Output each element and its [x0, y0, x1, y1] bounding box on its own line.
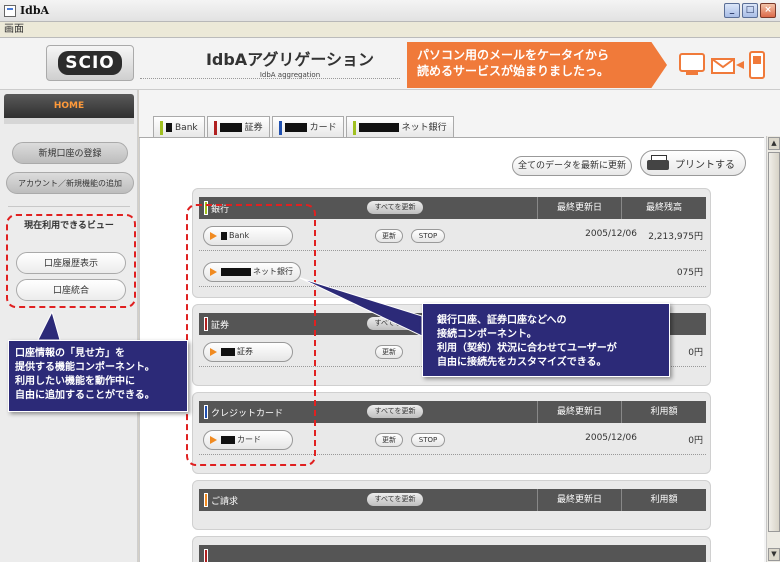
app-title: IdbAアグリゲーション IdbA aggregation [190, 46, 390, 79]
callout-line: 提供する機能コンポーネント。 [15, 362, 155, 373]
update-button[interactable]: 更新 [375, 433, 403, 447]
update-button[interactable]: 更新 [375, 345, 403, 359]
usage-amount: 0円 [688, 436, 703, 446]
callout-line: 銀行口座、証券口座などへの [437, 315, 567, 326]
maximize-button[interactable]: □ [742, 3, 758, 18]
tab-label: カード [309, 122, 337, 133]
balance-amount: 2,213,975円 [648, 232, 703, 242]
add-account-function-button[interactable]: アカウント／新規機能の追加 [6, 172, 134, 194]
promo-line-1: パソコン用のメールをケータイから [417, 48, 610, 62]
view-component-callout: 口座情報の「見せ方」を 提供する機能コンポーネント。 利用したい機能を動作中に … [8, 340, 188, 412]
vertical-scrollbar[interactable]: ▲ ▼ [766, 136, 780, 562]
sidebar: HOME 新規口座の登録 アカウント／新規機能の追加 現在利用できるビュー 口座… [0, 90, 138, 562]
balance-amount: 075円 [676, 268, 703, 278]
redacted-name [358, 123, 399, 132]
last-update-date: 2005/12/06 [585, 433, 637, 443]
col-usage: 利用額 [621, 401, 706, 423]
callout-line: 口座情報の「見せ方」を [15, 348, 125, 359]
print-button[interactable]: プリントする [640, 150, 746, 176]
tab-label: ネット銀行 [401, 122, 447, 133]
refresh-all-button[interactable]: すべてを更新 [367, 201, 423, 214]
next-panel-partial [192, 536, 711, 562]
menu-screen[interactable]: 画面 [4, 24, 24, 35]
col-usage: 利用額 [621, 489, 706, 511]
promo-line-2: 読めるサービスが始まりましたっ。 [417, 64, 610, 78]
app-header: SCIO IdbAアグリゲーション IdbA aggregation パソコン用… [0, 38, 780, 90]
app-window-icon [4, 4, 16, 17]
tab-bank[interactable]: Bank [153, 116, 205, 138]
refresh-all-data-button[interactable]: 全てのデータを最新に更新 [512, 156, 632, 176]
logo-text: SCIO [58, 51, 122, 75]
promo-icons [679, 51, 765, 79]
printer-icon [647, 155, 669, 171]
tab-color-bar [160, 120, 163, 135]
category-color-bar [204, 549, 208, 562]
app-title-main: IdbAアグリゲーション [205, 50, 375, 69]
scroll-down-icon[interactable]: ▼ [768, 548, 780, 561]
panel-header [199, 545, 706, 562]
refresh-all-button[interactable]: すべてを更新 [367, 493, 423, 506]
billing-panel: ご請求 すべてを更新 最終更新日 利用額 [192, 480, 711, 530]
computer-icon [679, 53, 705, 75]
panel-title: ご請求 [211, 496, 239, 507]
redacted-name [166, 123, 172, 132]
callout-line: 利用したい機能を動作中に [15, 376, 135, 387]
tab-color-bar [213, 120, 217, 135]
tab-color-bar [278, 120, 282, 135]
window-title: IdbA [20, 4, 50, 17]
mobile-phone-icon [749, 51, 765, 79]
minimize-button[interactable]: _ [724, 3, 740, 18]
home-strip [4, 118, 134, 124]
window-controls: _ □ × [724, 3, 776, 18]
mail-icon [711, 58, 744, 74]
window-titlebar: IdbA _ □ × [0, 0, 780, 22]
tab-label: 証券 [244, 122, 263, 133]
refresh-all-button[interactable]: すべてを更新 [367, 317, 423, 330]
refresh-all-button[interactable]: すべてを更新 [367, 405, 423, 418]
col-last-update: 最終更新日 [537, 197, 621, 219]
redacted-name [284, 123, 307, 132]
col-balance: 最終残高 [621, 197, 706, 219]
menubar: 画面 [0, 22, 780, 38]
callout-line: 接続コンポーネント。 [437, 329, 537, 340]
print-label: プリントする [675, 159, 735, 171]
stop-button[interactable]: STOP [411, 433, 445, 447]
callout-line: 利用（契約）状況に合わせてユーザーが [437, 343, 617, 354]
panel-header: ご請求 すべてを更新 最終更新日 利用額 [199, 489, 706, 511]
callout-line: 自由に接続先をカスタマイズできる。 [437, 357, 607, 368]
scio-logo[interactable]: SCIO [46, 45, 134, 81]
tab-label: Bank [175, 122, 198, 133]
register-account-button[interactable]: 新規口座の登録 [12, 142, 128, 164]
tab-net-bank[interactable]: ネット銀行 [345, 116, 454, 138]
sidebar-divider [8, 206, 130, 207]
connector-component-callout: 銀行口座、証券口座などへの 接続コンポーネント。 利用（契約）状況に合わせてユー… [422, 303, 670, 377]
promo-banner[interactable]: パソコン用のメールをケータイから 読めるサービスが始まりましたっ。 [407, 42, 667, 88]
scroll-up-icon[interactable]: ▲ [768, 137, 780, 150]
col-last-update: 最終更新日 [537, 489, 621, 511]
header-divider [140, 78, 400, 79]
home-tab[interactable]: HOME [4, 94, 134, 118]
tab-card[interactable]: カード [271, 116, 344, 138]
connector-components-highlight [186, 204, 316, 466]
tab-color-bar [352, 120, 356, 135]
category-color-bar [204, 493, 208, 507]
update-button[interactable]: 更新 [375, 229, 403, 243]
close-button[interactable]: × [760, 3, 776, 18]
scroll-thumb[interactable] [768, 152, 780, 532]
account-tabs: Bank 証券 カード ネット銀行 [153, 116, 454, 138]
col-last-update: 最終更新日 [537, 401, 621, 423]
redacted-name [219, 123, 242, 132]
last-update-date: 2005/12/06 [585, 229, 637, 239]
tab-securities[interactable]: 証券 [206, 116, 270, 138]
view-components-highlight [6, 214, 136, 308]
stop-button[interactable]: STOP [411, 229, 445, 243]
callout-line: 自由に追加することができる。 [15, 390, 155, 401]
